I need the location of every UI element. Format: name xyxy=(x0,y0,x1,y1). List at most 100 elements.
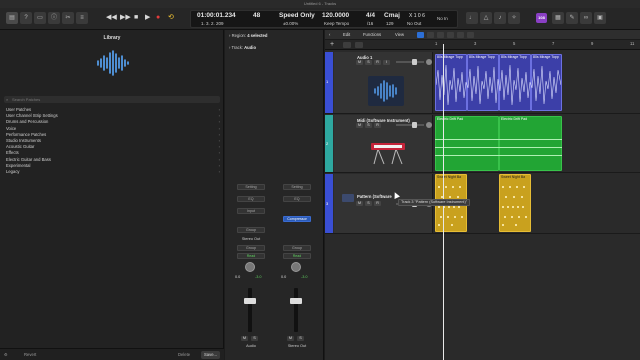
region-name: Electric Drift Pad xyxy=(437,117,464,121)
bar-ruler[interactable]: 1 3 5 7 9 11 xyxy=(433,40,640,50)
forward-button[interactable]: ▶▶ xyxy=(120,13,131,23)
mute-button[interactable]: M xyxy=(287,336,294,341)
mixer-toggle-button[interactable]: ≡ xyxy=(76,12,88,24)
mute-button[interactable]: M xyxy=(356,201,363,206)
mute-button[interactable]: M xyxy=(356,123,363,128)
output-label[interactable]: Stereo Out xyxy=(233,237,269,241)
record-enable-button[interactable]: R xyxy=(374,201,381,206)
lcd-out: No Out xyxy=(407,21,422,26)
track-pan-knob[interactable] xyxy=(426,59,432,65)
cycle-button[interactable]: ⟲ xyxy=(168,13,174,23)
group-slot[interactable]: Group xyxy=(237,227,265,233)
notification-badge[interactable]: 108 xyxy=(536,13,547,23)
tuner-button[interactable]: ♪ xyxy=(494,12,506,24)
notepad-button[interactable]: ✎ xyxy=(566,12,578,24)
waveform-zoom-icon[interactable] xyxy=(447,32,454,38)
count-in-button[interactable]: ♩ xyxy=(466,12,478,24)
library-search-input[interactable]: ⌕ Search Patches xyxy=(4,96,220,103)
delete-button[interactable]: Delete xyxy=(178,351,190,359)
region-inspector-header[interactable]: › Region: 4 selected xyxy=(229,33,267,38)
mute-button[interactable]: M xyxy=(356,60,363,65)
region-name: Sweet Night Ba xyxy=(501,175,526,179)
inspector-toggle-button[interactable]: ⓘ xyxy=(48,12,60,24)
track-volume-slider[interactable] xyxy=(396,122,424,128)
record-enable-button[interactable]: R xyxy=(374,123,381,128)
midi-note xyxy=(435,147,562,148)
settings-icon[interactable]: ⚙ xyxy=(4,351,8,359)
view-menu[interactable]: View xyxy=(395,30,404,40)
solo-button[interactable]: S xyxy=(365,60,372,65)
mute-button[interactable]: M xyxy=(241,336,248,341)
library-item-label: Experimental xyxy=(6,162,31,168)
list-editors-button[interactable]: ▦ xyxy=(552,12,564,24)
snap-icon[interactable] xyxy=(437,32,444,38)
automation-mode[interactable]: Read xyxy=(237,253,265,259)
global-tracks-icon[interactable] xyxy=(355,42,363,48)
library-item[interactable]: Legacy › xyxy=(0,169,224,175)
track-row[interactable]: 2 Midi (Software Instrument) M S R Elect… xyxy=(325,115,640,173)
solo-button[interactable]: S xyxy=(365,201,372,206)
functions-menu[interactable]: Functions xyxy=(363,30,381,40)
toolbar-toggle-button[interactable]: ▭ xyxy=(34,12,46,24)
solo-button[interactable]: S xyxy=(297,336,304,341)
region-name: Sweet Night Ba xyxy=(437,175,462,179)
play-button[interactable]: ▶ xyxy=(145,13,150,23)
pointer-tool-icon[interactable] xyxy=(427,32,434,38)
setting-slot[interactable]: Setting xyxy=(283,184,311,190)
stop-button[interactable]: ■ xyxy=(134,13,138,23)
help-button[interactable]: ? xyxy=(20,12,32,24)
revert-button[interactable]: Revert xyxy=(24,351,36,359)
editors-toggle-button[interactable]: ✂ xyxy=(62,12,74,24)
track-header[interactable]: Midi (Software Instrument) M S R xyxy=(334,115,433,172)
rewind-button[interactable]: ◀◀ xyxy=(106,13,117,23)
back-icon[interactable]: ‹ xyxy=(329,30,330,40)
track-row[interactable]: 1 Audio 1 M S R I 80s Mirage Topp 80s Mi… xyxy=(325,52,640,114)
flex-icon[interactable] xyxy=(457,32,464,38)
browser-button[interactable]: ▣ xyxy=(594,12,606,24)
eq-slot[interactable]: EQ xyxy=(283,196,311,202)
volume-fader[interactable] xyxy=(290,298,302,304)
quick-help-button[interactable]: ✧ xyxy=(508,12,520,24)
library-item-label: Legacy xyxy=(6,168,20,174)
plugin-slot[interactable]: Compressor xyxy=(283,216,311,222)
eq-slot[interactable]: EQ xyxy=(237,196,265,202)
metronome-button[interactable]: △ xyxy=(480,12,492,24)
solo-button[interactable]: S xyxy=(365,123,372,128)
add-track-button[interactable]: + xyxy=(330,41,334,49)
pan-knob[interactable] xyxy=(291,262,301,272)
track-lane[interactable]: Electric Drift Pad Electric Drift Pad xyxy=(433,115,640,172)
duplicate-track-icon[interactable] xyxy=(343,42,351,48)
record-button[interactable]: ● xyxy=(156,13,160,23)
lcd-display[interactable]: 01:00:01.234 1. 3. 2. 209 48 Speed Only … xyxy=(190,10,458,28)
setting-slot[interactable]: Setting xyxy=(237,184,265,190)
record-enable-button[interactable]: R xyxy=(374,60,381,65)
loop-browser-button[interactable]: ∞ xyxy=(580,12,592,24)
automation-icon[interactable] xyxy=(467,32,474,38)
solo-button[interactable]: S xyxy=(251,336,258,341)
volume-fader[interactable] xyxy=(244,298,256,304)
automation-mode[interactable]: Read xyxy=(283,253,311,259)
pattern-steps xyxy=(438,186,463,226)
save-button[interactable]: Save... xyxy=(201,351,221,359)
pan-knob[interactable] xyxy=(245,262,255,272)
edit-menu[interactable]: Edit xyxy=(343,30,350,40)
track-color-bar: 2 xyxy=(325,115,333,172)
library-toggle-button[interactable]: ▤ xyxy=(6,12,18,24)
track-pan-knob[interactable] xyxy=(426,122,432,128)
midi-region[interactable]: Electric Drift Pad xyxy=(499,116,562,171)
lcd-signature-sub: /16 xyxy=(367,21,374,26)
empty-track-area[interactable] xyxy=(433,235,640,360)
input-monitor-button[interactable]: I xyxy=(383,60,390,65)
track-row[interactable]: 3 Pattern (Software M S R Sweet Night Ba… xyxy=(325,174,640,234)
track-inspector-header[interactable]: › Track: Audio xyxy=(229,45,256,50)
track-volume-slider[interactable] xyxy=(396,59,424,65)
track-lane[interactable]: 80s Mirage Topp 80s Mirage Topp 80s Mira… xyxy=(433,52,640,113)
track-color-bar: 1 xyxy=(325,52,333,113)
group-slot[interactable]: Group xyxy=(283,245,311,251)
catch-playhead-icon[interactable] xyxy=(417,32,424,38)
group-slot-lower[interactable]: Group xyxy=(237,245,265,251)
track-name[interactable]: Pattern (Software xyxy=(357,194,392,199)
track-header[interactable]: Audio 1 M S R I xyxy=(334,52,433,113)
input-slot[interactable]: Input xyxy=(237,208,265,214)
midi-region[interactable]: Electric Drift Pad xyxy=(435,116,499,171)
